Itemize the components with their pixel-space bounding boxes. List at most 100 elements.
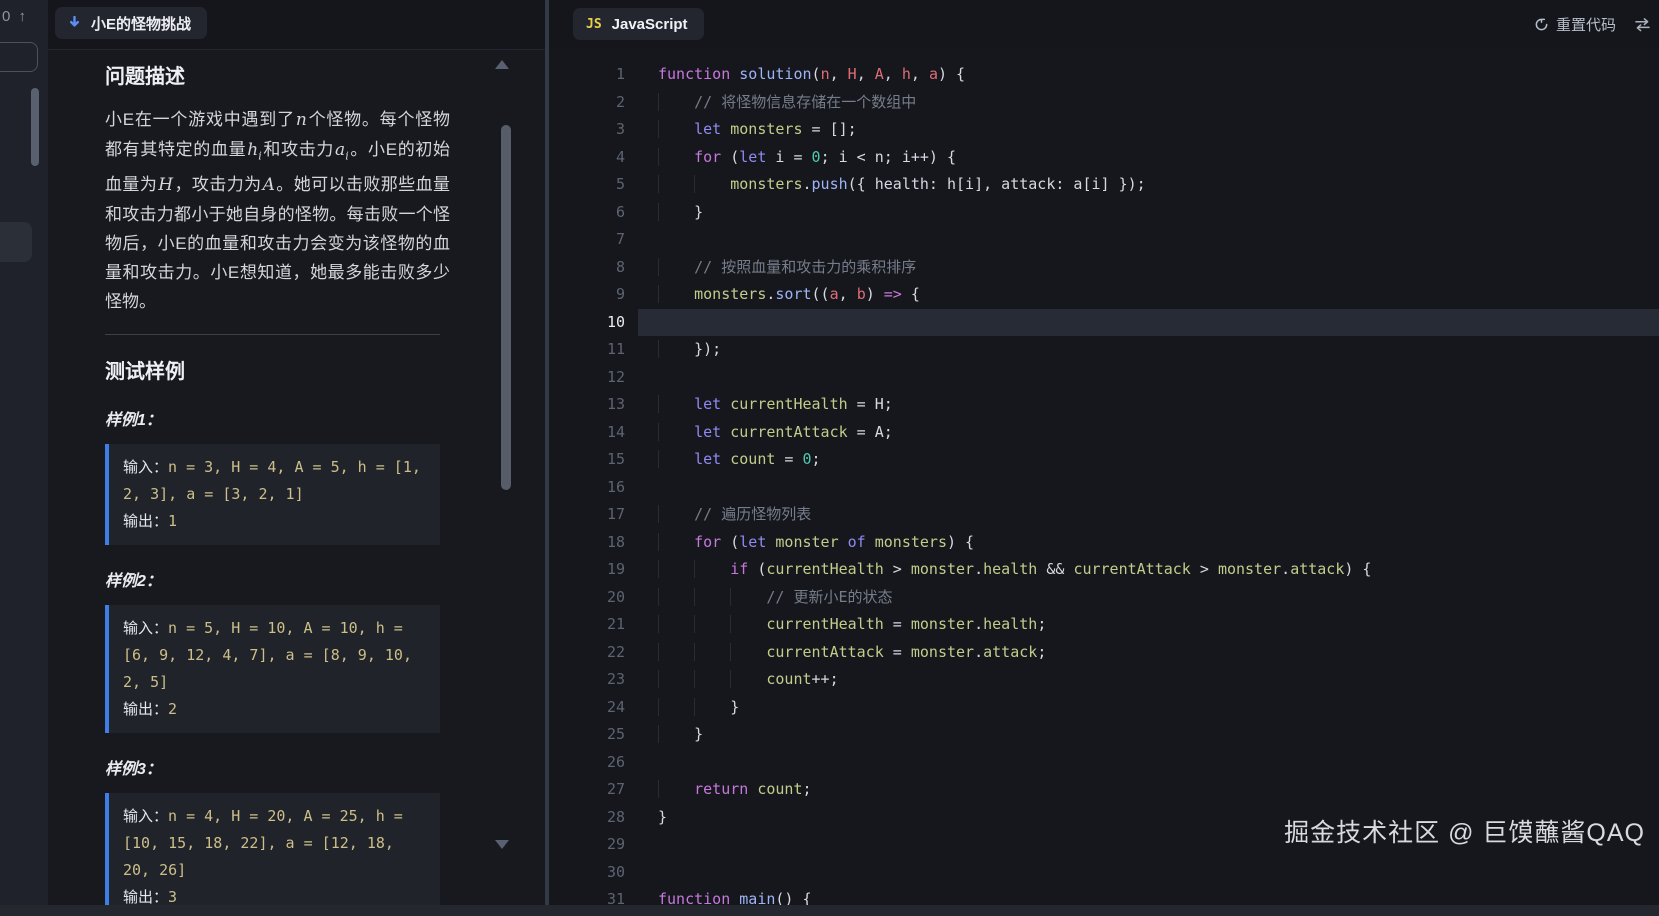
code-line-content: } [658, 694, 739, 722]
code-line[interactable]: 1function solution(n, H, A, h, a) { [549, 61, 1659, 89]
code-line[interactable]: 22 currentAttack = monster.attack; [549, 639, 1659, 667]
code-line[interactable]: 24 } [549, 694, 1659, 722]
code-line-content: // 按照血量和攻击力的乘积排序 [658, 254, 916, 282]
code-line[interactable]: 8 // 按照血量和攻击力的乘积排序 [549, 254, 1659, 282]
refresh-icon [1534, 17, 1549, 32]
language-tab-javascript[interactable]: JS JavaScript [573, 8, 704, 40]
sample-label: 样例2： [105, 567, 450, 591]
code-line[interactable]: 31function main() { [549, 886, 1659, 905]
code-line[interactable]: 19 if (currentHealth > monster.health &&… [549, 556, 1659, 584]
code-line-content: return count; [658, 776, 812, 804]
line-number: 1 [549, 61, 625, 89]
code-line-content: }); [658, 336, 721, 364]
scroll-down-arrow-icon[interactable] [495, 840, 509, 849]
line-number: 28 [549, 804, 625, 832]
line-number: 5 [549, 171, 625, 199]
code-line[interactable]: 29 [549, 831, 1659, 859]
rail-button[interactable] [0, 42, 38, 72]
sample-line: 输入：n = 3, H = 4, A = 5, h = [1, 2, 3], a… [123, 454, 428, 508]
code-line-content: let monsters = []; [658, 116, 857, 144]
problem-description: 小E在一个游戏中遇到了n个怪物。每个怪物都有其特定的血量hi和攻击力ai。小E的… [105, 105, 450, 316]
code-lines: 1function solution(n, H, A, h, a) {2 // … [549, 48, 1659, 905]
code-line-content: let currentHealth = H; [658, 391, 893, 419]
code-line[interactable]: 28} [549, 804, 1659, 832]
line-number: 31 [549, 886, 625, 905]
left-rail: 0 ↑ [0, 0, 48, 916]
line-number: 25 [549, 721, 625, 749]
code-line-content: if (currentHealth > monster.health && cu… [658, 556, 1371, 584]
code-line[interactable]: 13 let currentHealth = H; [549, 391, 1659, 419]
reset-code-label: 重置代码 [1556, 14, 1616, 35]
section-divider [105, 334, 440, 335]
code-line[interactable]: 7 [549, 226, 1659, 254]
problem-panel: 小E的怪物挑战 问题描述 小E在一个游戏中遇到了n个怪物。每个怪物都有其特定的血… [48, 0, 545, 916]
code-line[interactable]: 26 [549, 749, 1659, 777]
code-line[interactable]: 6 } [549, 199, 1659, 227]
math-symbol: hi [246, 140, 262, 160]
code-line[interactable]: 10 [549, 309, 1659, 337]
code-line-content: let count = 0; [658, 446, 821, 474]
page: 0 ↑ 小E的怪物挑战 问题描述 小E在一个游戏中遇到了n个怪物。每个怪物都有其… [0, 0, 1659, 916]
code-line-content: monsters.push({ health: h[i], attack: a[… [658, 171, 1146, 199]
line-number: 12 [549, 364, 625, 392]
code-line[interactable]: 27 return count; [549, 776, 1659, 804]
reset-code-button[interactable]: 重置代码 [1534, 14, 1616, 35]
bottom-scrollbar-track[interactable] [0, 905, 1659, 916]
code-line[interactable]: 30 [549, 859, 1659, 887]
math-symbol: A [262, 175, 276, 195]
line-number: 13 [549, 391, 625, 419]
code-line[interactable]: 18 for (let monster of monsters) { [549, 529, 1659, 557]
editor-actions: 重置代码 [1534, 0, 1651, 48]
code-line-content: // 将怪物信息存储在一个数组中 [658, 89, 916, 117]
code-line[interactable]: 17 // 遍历怪物列表 [549, 501, 1659, 529]
line-number: 29 [549, 831, 625, 859]
code-line[interactable]: 11 }); [549, 336, 1659, 364]
code-line[interactable]: 9 monsters.sort((a, b) => { [549, 281, 1659, 309]
code-line[interactable]: 12 [549, 364, 1659, 392]
line-number: 24 [549, 694, 625, 722]
code-line-content: } [658, 804, 667, 832]
code-editor[interactable]: 1function solution(n, H, A, h, a) {2 // … [549, 48, 1659, 905]
code-line[interactable]: 15 let count = 0; [549, 446, 1659, 474]
code-line[interactable]: 5 monsters.push({ health: h[i], attack: … [549, 171, 1659, 199]
sample-line: 输入：n = 4, H = 20, A = 25, h = [10, 15, 1… [123, 803, 428, 884]
download-icon [67, 16, 82, 31]
code-line-content: // 更新小E的状态 [658, 584, 893, 612]
sample-label: 样例1： [105, 406, 450, 430]
line-number: 30 [549, 859, 625, 887]
code-line[interactable]: 25 } [549, 721, 1659, 749]
line-number: 22 [549, 639, 625, 667]
line-number: 2 [549, 89, 625, 117]
description-heading: 问题描述 [105, 60, 450, 89]
rail-button-2[interactable] [0, 222, 32, 262]
swap-icon[interactable] [1634, 17, 1651, 32]
code-line[interactable]: 21 currentHealth = monster.health; [549, 611, 1659, 639]
line-number: 3 [549, 116, 625, 144]
code-line[interactable]: 2 // 将怪物信息存储在一个数组中 [549, 89, 1659, 117]
problem-tab[interactable]: 小E的怪物挑战 [55, 7, 207, 39]
line-number: 23 [549, 666, 625, 694]
code-line[interactable]: 16 [549, 474, 1659, 502]
code-line[interactable]: 3 let monsters = []; [549, 116, 1659, 144]
code-line[interactable]: 4 for (let i = 0; i < n; i++) { [549, 144, 1659, 172]
line-number: 20 [549, 584, 625, 612]
problem-scrollbar-thumb[interactable] [501, 125, 511, 490]
line-number: 4 [549, 144, 625, 172]
line-number: 21 [549, 611, 625, 639]
math-symbol: n [295, 110, 308, 130]
line-number: 9 [549, 281, 625, 309]
code-line[interactable]: 14 let currentAttack = A; [549, 419, 1659, 447]
code-line[interactable]: 20 // 更新小E的状态 [549, 584, 1659, 612]
language-tab-label: JavaScript [612, 16, 688, 33]
code-line-content: for (let i = 0; i < n; i++) { [658, 144, 956, 172]
rail-scrollbar-thumb[interactable] [31, 88, 39, 166]
sample-line: 输出：1 [123, 508, 428, 535]
rail-counter: 0 ↑ [2, 8, 28, 25]
line-number: 17 [549, 501, 625, 529]
code-line[interactable]: 23 count++; [549, 666, 1659, 694]
code-line-content: for (let monster of monsters) { [658, 529, 974, 557]
code-line-content: currentAttack = monster.attack; [658, 639, 1046, 667]
line-number: 14 [549, 419, 625, 447]
code-line-content: // 遍历怪物列表 [658, 501, 811, 529]
scroll-up-arrow-icon[interactable] [495, 60, 509, 69]
